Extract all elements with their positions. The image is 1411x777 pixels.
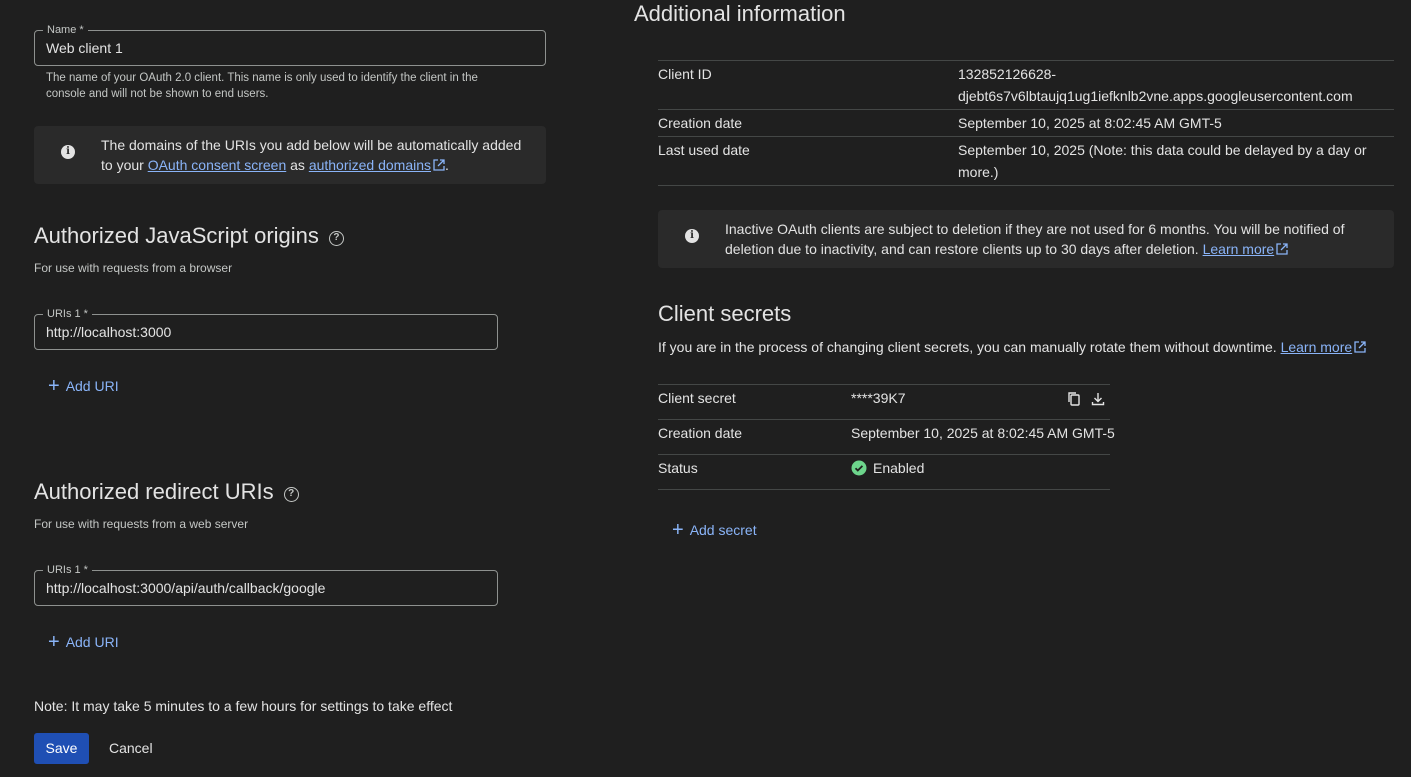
js-origins-subtitle: For use with requests from a browser [34, 261, 233, 275]
client-secrets-description: If you are in the process of changing cl… [658, 338, 1366, 356]
creation-date-label: Creation date [658, 115, 743, 131]
check-circle-icon [851, 460, 867, 476]
secret-creation-date-value: September 10, 2025 at 8:02:45 AM GMT-5 [851, 425, 1115, 441]
client-id-value: 132852126628- djebt6s7v6lbtaujq1ug1iefkn… [958, 66, 1353, 104]
add-redirect-uri-label: Add URI [65, 634, 119, 650]
info-icon: i [61, 145, 75, 159]
redirect-uris-subtitle: For use with requests from a web server [34, 517, 249, 531]
copy-icon[interactable] [1066, 391, 1082, 412]
js-origin-uri-field[interactable]: URIs 1 * [34, 307, 498, 350]
info-icon: i [685, 229, 699, 243]
plus-icon: + [672, 519, 684, 541]
redirect-uris-heading: Authorized redirect URIs? [34, 478, 299, 506]
redirect-uris-title: Authorized redirect URIs [34, 479, 274, 504]
settings-note: Note: It may take 5 minutes to a few hou… [34, 698, 453, 714]
additional-info-title: Additional information [634, 1, 846, 26]
last-used-date-value: September 10, 2025 (Note: this data coul… [958, 142, 1367, 180]
learn-more-link[interactable]: Learn more [1203, 241, 1275, 257]
client-secret-value: ****39K7 [851, 390, 906, 406]
js-origins-heading: Authorized JavaScript origins? [34, 222, 344, 250]
client-id-label: Client ID [658, 66, 712, 82]
divider [658, 60, 1394, 61]
add-secret-label: Add secret [689, 522, 757, 538]
redirect-uri-input[interactable] [46, 580, 485, 597]
learn-more-link[interactable]: Learn more [1281, 339, 1353, 355]
oauth-consent-screen-link[interactable]: OAuth consent screen [148, 157, 287, 173]
status-badge: Enabled [851, 457, 924, 479]
redirect-uri-label: URIs 1 * [43, 563, 92, 577]
divider [658, 419, 1110, 420]
help-icon[interactable]: ? [328, 231, 344, 247]
client-secret-label: Client secret [658, 390, 736, 406]
divider [658, 454, 1110, 455]
name-hint: The name of your OAuth 2.0 client. This … [46, 72, 478, 100]
name-field-label: Name * [43, 23, 88, 37]
js-origin-uri-label: URIs 1 * [43, 307, 92, 321]
name-field[interactable]: Name * [34, 23, 546, 66]
status-label: Status [658, 460, 698, 476]
last-used-date-label: Last used date [658, 142, 750, 158]
redirect-uri-field[interactable]: URIs 1 * [34, 563, 498, 606]
creation-date-value: September 10, 2025 at 8:02:45 AM GMT-5 [958, 115, 1222, 131]
divider [658, 136, 1394, 137]
domains-banner: i The domains of the URIs you add below … [34, 126, 546, 184]
authorized-domains-link[interactable]: authorized domains [309, 157, 431, 173]
external-link-icon [1276, 243, 1288, 255]
client-secrets-title: Client secrets [658, 301, 792, 326]
add-secret-button[interactable]: + Add secret [672, 519, 757, 541]
download-icon[interactable] [1090, 391, 1106, 412]
add-js-origin-label: Add URI [65, 378, 119, 394]
help-icon[interactable]: ? [283, 487, 299, 503]
name-input[interactable] [46, 40, 531, 57]
add-redirect-uri-button[interactable]: + Add URI [48, 631, 119, 653]
external-link-icon [1354, 341, 1366, 353]
add-js-origin-button[interactable]: + Add URI [48, 375, 119, 397]
plus-icon: + [48, 631, 60, 653]
divider [658, 384, 1110, 385]
js-origins-title: Authorized JavaScript origins [34, 223, 319, 248]
cancel-button[interactable]: Cancel [109, 740, 153, 756]
divider [658, 489, 1110, 490]
save-button[interactable]: Save [34, 733, 89, 764]
js-origin-uri-input[interactable] [46, 324, 485, 341]
divider [658, 109, 1394, 110]
external-link-icon [433, 159, 445, 171]
inactive-clients-banner: i Inactive OAuth clients are subject to … [658, 210, 1394, 268]
plus-icon: + [48, 375, 60, 397]
secret-creation-date-label: Creation date [658, 425, 743, 441]
divider [658, 185, 1394, 186]
